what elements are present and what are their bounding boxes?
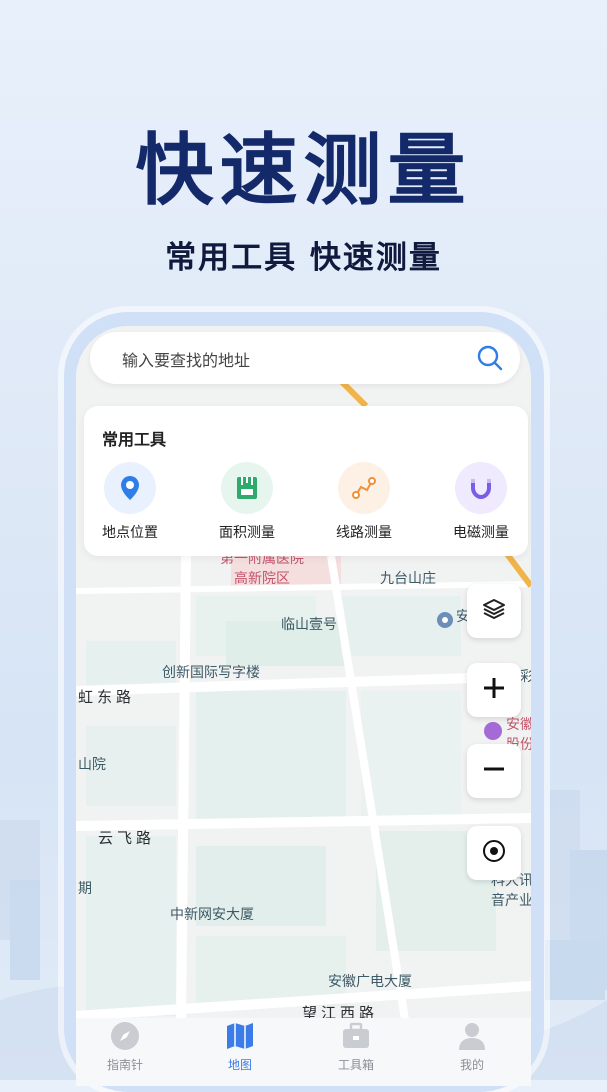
layers-icon xyxy=(481,596,507,626)
tab-compass[interactable]: 指南针 xyxy=(85,1020,165,1073)
map-label-guangdian: 安徽广电大厦 xyxy=(328,974,412,990)
locate-icon xyxy=(481,838,507,868)
tab-toolbox[interactable]: 工具箱 xyxy=(316,1020,396,1073)
map-label-qi: 期 xyxy=(78,881,92,897)
map-label-zhongxin: 中新网安大厦 xyxy=(170,907,254,923)
map-icon xyxy=(224,1020,256,1052)
zoom-out-icon xyxy=(481,756,507,786)
tool-route-label: 线路测量 xyxy=(336,525,392,541)
search-input[interactable]: 输入要查找的地址 xyxy=(122,347,250,371)
map-label-linshan: 临山壹号 xyxy=(281,617,337,633)
tab-toolbox-label: 工具箱 xyxy=(337,1058,374,1072)
zoom-in-button[interactable] xyxy=(467,663,521,717)
tool-location-label: 地点位置 xyxy=(102,525,158,541)
common-tools-card: 常用工具 地点位置 面积测量 线路测量 电磁测量 xyxy=(84,406,528,556)
bottom-tab-bar: 指南针 地图 工具箱 我的 xyxy=(76,1018,531,1086)
common-tools-title: 常用工具 xyxy=(102,430,167,449)
road-label-hongdong: 虹东路 xyxy=(78,688,136,706)
phone-screen: 第一附属医院 高新院区 九台山庄 临山壹号 创新国际写字楼 虹东路 山院 云飞路… xyxy=(76,326,531,1086)
tool-route[interactable]: 线路测量 xyxy=(319,462,409,542)
tool-area-label: 面积测量 xyxy=(219,525,275,541)
layers-button[interactable] xyxy=(467,584,521,638)
search-icon[interactable] xyxy=(476,344,504,372)
locate-button[interactable] xyxy=(467,826,521,880)
tool-area[interactable]: 面积测量 xyxy=(202,462,292,542)
magnet-icon xyxy=(455,462,507,514)
road-label-yunfei: 云飞路 xyxy=(98,829,156,847)
map-label-jiutai: 九台山庄 xyxy=(380,571,436,587)
map-label-chuangxin: 创新国际写字楼 xyxy=(162,665,260,681)
zoom-out-button[interactable] xyxy=(467,744,521,798)
tool-location[interactable]: 地点位置 xyxy=(85,462,175,542)
route-icon xyxy=(338,462,390,514)
toolbox-icon xyxy=(340,1020,372,1052)
area-ruler-icon xyxy=(221,462,273,514)
map-label-shanyuan: 山院 xyxy=(78,757,106,773)
tab-profile-label: 我的 xyxy=(459,1058,484,1072)
location-pin-icon xyxy=(104,462,156,514)
promo-subtitle: 常用工具 快速测量 xyxy=(165,240,442,276)
map-label-cai: 彩 xyxy=(520,669,531,685)
tab-map[interactable]: 地图 xyxy=(200,1020,280,1073)
user-icon xyxy=(456,1020,488,1052)
tab-profile[interactable]: 我的 xyxy=(432,1020,512,1073)
zoom-in-icon xyxy=(481,675,507,705)
promo-title: 快速测量 xyxy=(135,125,472,216)
tab-map-label: 地图 xyxy=(227,1058,252,1072)
search-bar[interactable]: 输入要查找的地址 xyxy=(90,332,520,384)
compass-icon xyxy=(109,1020,141,1052)
tool-emf[interactable]: 电磁测量 xyxy=(436,462,526,542)
tab-compass-label: 指南针 xyxy=(106,1058,143,1072)
tool-emf-label: 电磁测量 xyxy=(453,525,509,541)
